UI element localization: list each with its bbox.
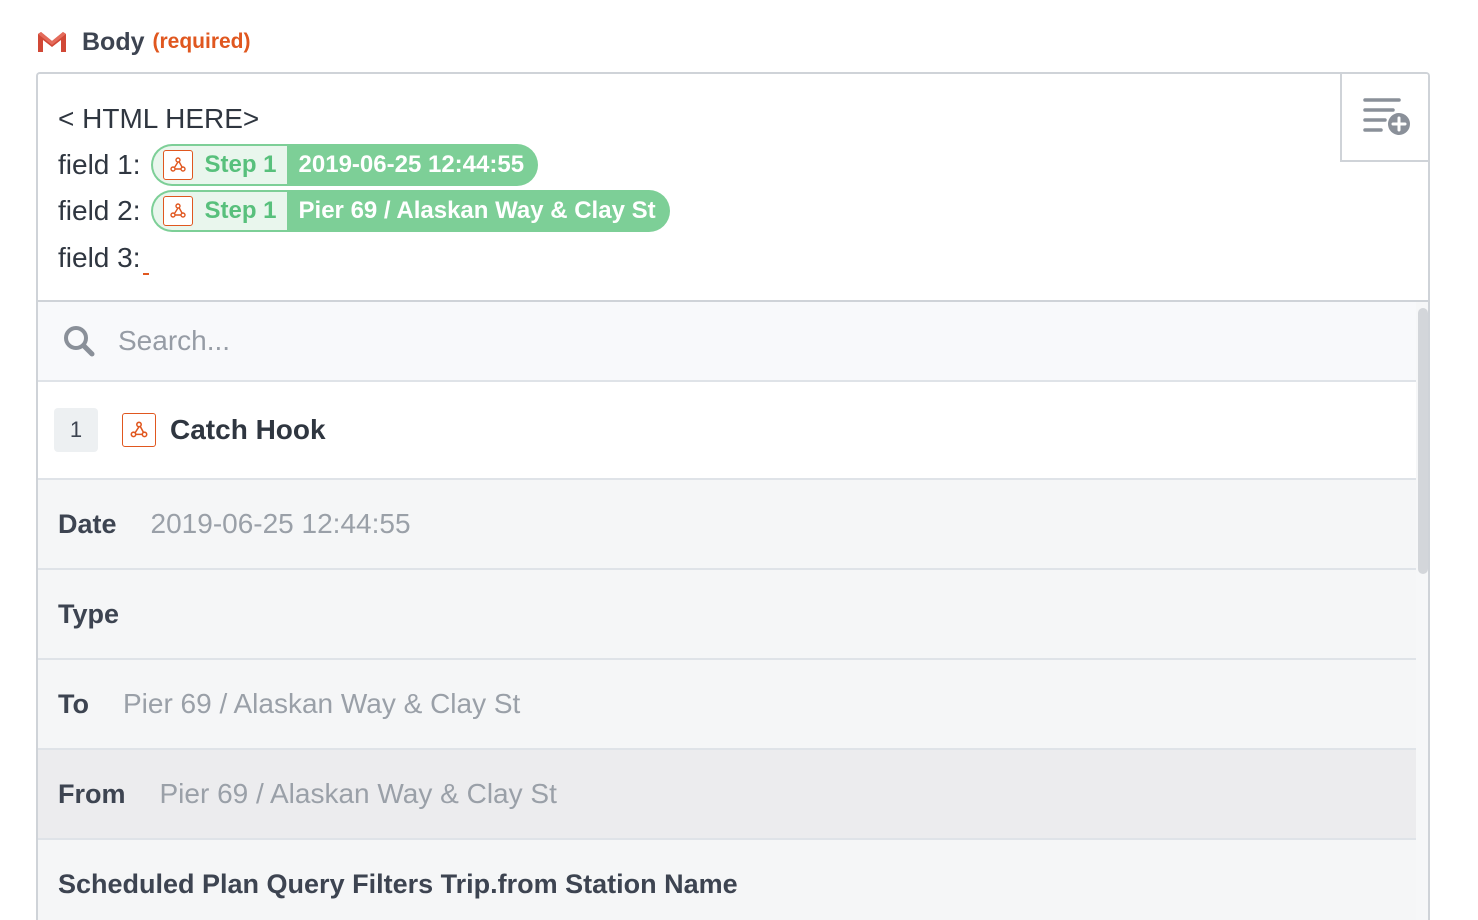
search-input[interactable] <box>116 324 1120 358</box>
field-option-key: Scheduled Plan Query Filters Trip.from S… <box>58 868 738 899</box>
required-indicator: (required) <box>152 30 251 53</box>
insert-field-icon <box>1363 98 1410 135</box>
field-option-value: Pier 69 / Alaskan Way & Clay St <box>122 688 521 719</box>
field-picker-dropdown: 1 Catch Hook Date 2019-06-25 12:44:55 Ty… <box>38 300 1428 920</box>
field-option-value: 2019-06-25 12:44:55 <box>150 508 411 539</box>
webhook-icon <box>162 196 193 226</box>
scrollbar[interactable] <box>1416 302 1428 920</box>
field-option-scheduled-plan[interactable]: Scheduled Plan Query Filters Trip.from S… <box>38 840 1416 920</box>
field-option-key: To <box>58 688 89 719</box>
step-title: Catch Hook <box>170 414 326 445</box>
text-caret <box>142 273 149 275</box>
editor-line: field 1: Step 1 2019-06-25 12:44:55 <box>58 144 539 186</box>
step-header[interactable]: 1 Catch Hook <box>38 382 1416 480</box>
body-text-area[interactable]: < HTML HERE> field 1: Step 1 2019-06-25 … <box>38 74 1428 300</box>
field-pill[interactable]: Step 1 2019-06-25 12:44:55 <box>150 144 539 186</box>
body-field-label: Body (required) <box>36 24 251 60</box>
editor-line-text: field 1: <box>58 149 141 180</box>
field-option-key: From <box>58 778 126 809</box>
pill-value: Pier 69 / Alaskan Way & Clay St <box>298 197 656 224</box>
field-option-type[interactable]: Type <box>38 570 1416 660</box>
search-icon <box>64 326 95 357</box>
pill-step-label: Step 1 <box>204 151 277 178</box>
body-editor[interactable]: < HTML HERE> field 1: Step 1 2019-06-25 … <box>36 72 1430 920</box>
search-bar <box>38 302 1416 382</box>
pill-value: 2019-06-25 12:44:55 <box>298 151 525 178</box>
field-option-to[interactable]: To Pier 69 / Alaskan Way & Clay St <box>38 660 1416 750</box>
field-option-key: Type <box>58 598 120 629</box>
webhook-icon <box>162 150 193 180</box>
step-number-badge: 1 <box>54 408 98 452</box>
editor-line: < HTML HERE> <box>58 99 259 139</box>
editor-line-text: field 2: <box>58 195 141 226</box>
pill-step: Step 1 <box>152 192 287 230</box>
field-option-date[interactable]: Date 2019-06-25 12:44:55 <box>38 480 1416 570</box>
pill-step-label: Step 1 <box>204 197 277 224</box>
editor-line-text: field 3: <box>58 242 141 273</box>
field-label-text: Body <box>82 27 145 56</box>
editor-line-text: < HTML HERE> <box>58 103 260 134</box>
editor-line: field 3: <box>58 238 149 278</box>
field-option-from[interactable]: From Pier 69 / Alaskan Way & Clay St <box>38 750 1416 840</box>
field-pill[interactable]: Step 1 Pier 69 / Alaskan Way & Clay St <box>150 190 670 232</box>
field-option-value: Pier 69 / Alaskan Way & Clay St <box>159 778 557 809</box>
field-option-key: Date <box>58 508 117 539</box>
editor-line: field 2: Step 1 Pier 69 / Alaskan Way & … <box>58 190 670 232</box>
gmail-icon <box>38 32 66 52</box>
webhook-icon <box>122 413 156 447</box>
insert-field-button[interactable] <box>1340 74 1428 162</box>
pill-step: Step 1 <box>152 146 287 184</box>
scrollbar-thumb[interactable] <box>1418 308 1428 574</box>
